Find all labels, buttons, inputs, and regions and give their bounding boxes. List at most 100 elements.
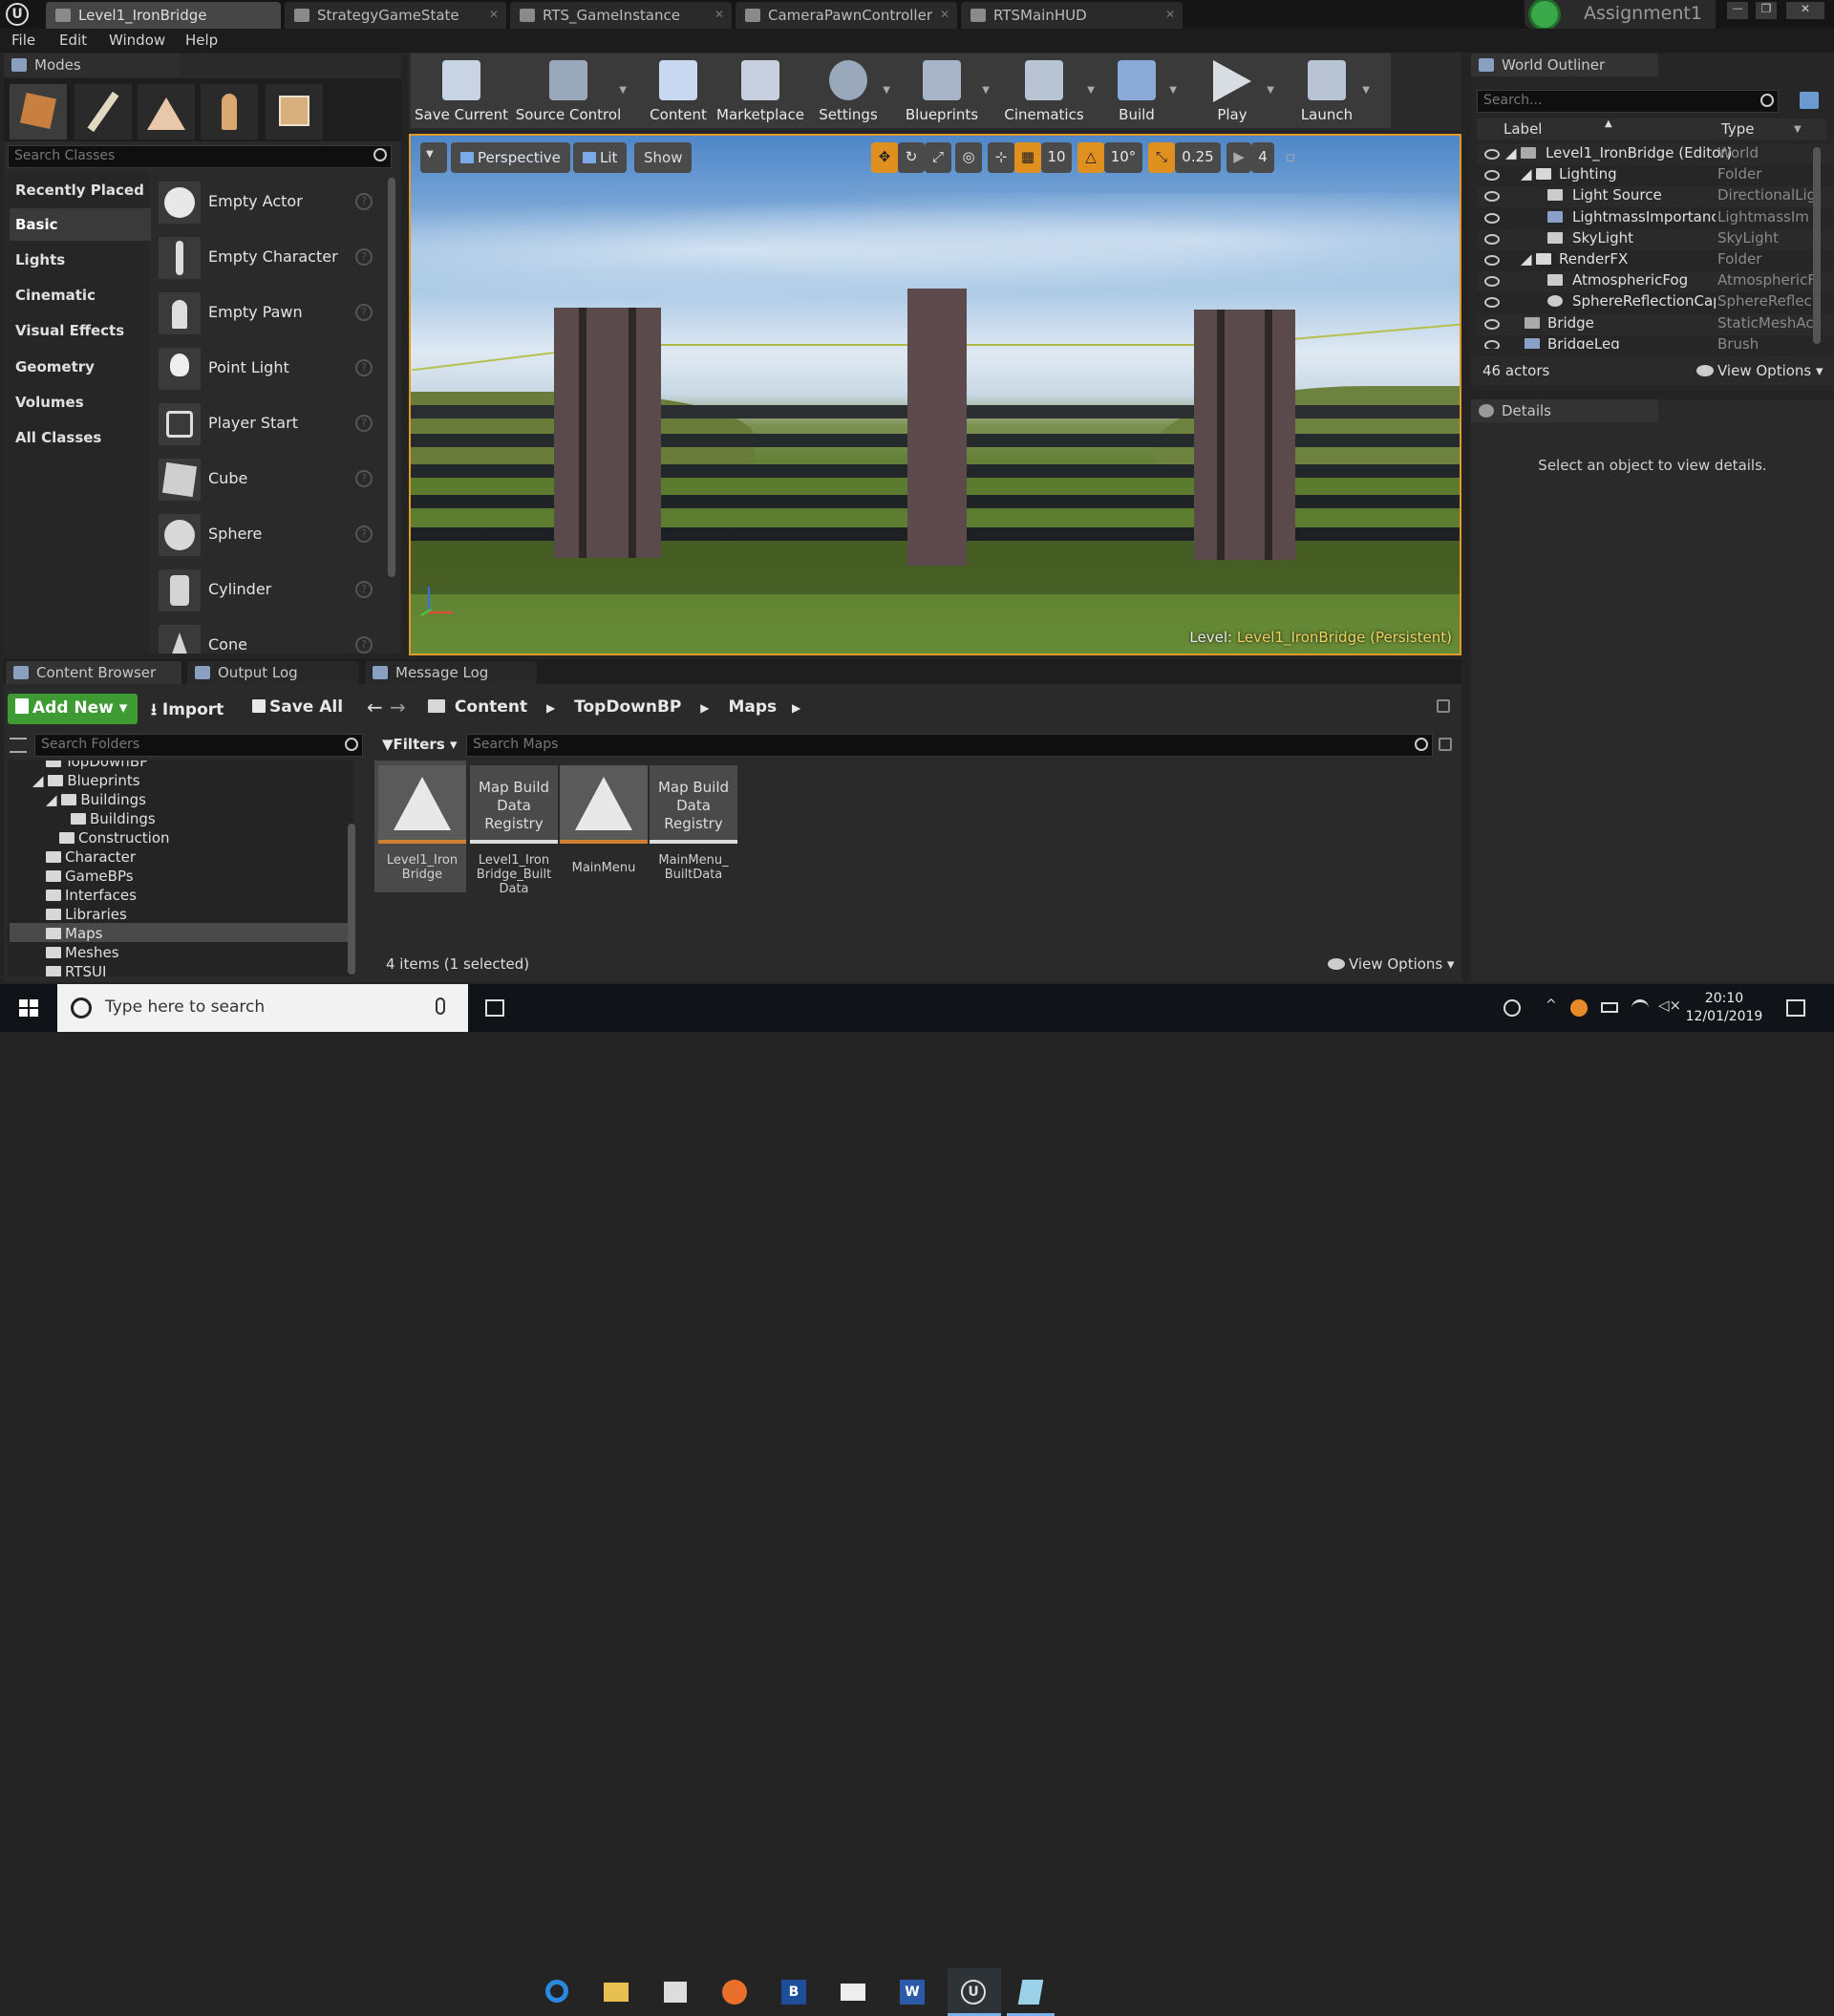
visibility-icon[interactable] (1484, 234, 1500, 245)
content-button[interactable]: Content (640, 53, 716, 127)
visibility-icon[interactable] (1484, 213, 1500, 224)
help-icon[interactable]: ? (355, 581, 373, 598)
tab-camerapawncontroller[interactable]: CameraPawnController ✕ (736, 2, 957, 29)
class-item-cone[interactable]: Cone? (153, 619, 392, 654)
folder-item-blueprints[interactable]: ◢ Blueprints (32, 772, 140, 789)
paint-mode-icon[interactable] (75, 84, 132, 139)
build-button[interactable]: Build ▼ (1100, 53, 1177, 127)
folder-item-character[interactable]: Character (46, 848, 136, 866)
help-icon[interactable]: ? (355, 415, 373, 432)
start-button[interactable] (0, 984, 57, 1032)
geometry-mode-icon[interactable] (266, 84, 323, 139)
chevron-down-icon[interactable]: ▼ (619, 85, 627, 96)
grid-snap-value[interactable]: 10 (1041, 142, 1072, 173)
folder-item-construction[interactable]: Construction (59, 829, 170, 847)
search-folders-input[interactable]: Search Folders (34, 734, 363, 757)
landscape-mode-icon[interactable] (138, 84, 195, 139)
category-recently-placed[interactable]: Recently Placed (10, 174, 151, 206)
breadcrumb-content[interactable]: Content (455, 697, 527, 717)
unreal-engine-icon[interactable]: U (948, 1968, 1001, 2016)
outliner-row[interactable]: Bridge StaticMeshAc (1477, 314, 1834, 335)
help-icon[interactable]: ? (355, 359, 373, 376)
class-item-cylinder[interactable]: Cylinder? (153, 564, 392, 617)
menu-edit[interactable]: Edit (59, 32, 87, 49)
class-item-player-start[interactable]: Player Start? (153, 397, 392, 451)
outliner-row[interactable]: LightmassImportance LightmassIm (1477, 208, 1834, 229)
world-space-icon[interactable]: ◎ (955, 142, 982, 173)
folder-item-gamebps[interactable]: GameBPs (46, 868, 134, 885)
perspective-button[interactable]: Perspective (451, 142, 570, 173)
close-icon[interactable]: ✕ (940, 8, 949, 21)
visibility-icon[interactable] (1484, 276, 1500, 287)
content-view-options[interactable]: View Options ▾ (1328, 955, 1455, 973)
wifi-icon[interactable] (1631, 999, 1649, 1017)
source-control-button[interactable]: Source Control ▼ (514, 53, 627, 127)
antivirus-tray-icon[interactable] (1570, 999, 1588, 1017)
folder-tree-toggle-icon[interactable] (10, 738, 27, 753)
folder-item-rtsui[interactable]: RTSUI (46, 963, 106, 976)
category-geometry[interactable]: Geometry (10, 351, 151, 383)
file-explorer-icon[interactable] (592, 1968, 640, 2016)
outliner-view-options[interactable]: View Options ▾ (1696, 362, 1823, 379)
import-button[interactable]: ⭳ Import (151, 697, 224, 725)
viewport-options-button[interactable]: ▼ (420, 142, 447, 173)
chevron-down-icon[interactable]: ▼ (1794, 124, 1802, 135)
folder-item-topdownbp[interactable]: TopDownBP (46, 761, 148, 770)
show-hidden-icons[interactable]: ^ (1546, 997, 1557, 1013)
task-view-icon[interactable] (485, 999, 504, 1017)
close-icon[interactable]: ✕ (489, 8, 499, 21)
outliner-scrollbar[interactable] (1813, 147, 1821, 344)
tab-strategygamestate[interactable]: StrategyGameState ✕ (285, 2, 506, 29)
rotation-snap-value[interactable]: 10° (1104, 142, 1142, 173)
tab-rtsmainhud[interactable]: RTSMainHUD ✕ (961, 2, 1183, 29)
camera-speed-icon[interactable]: ▶ (1226, 142, 1251, 173)
filters-button[interactable]: ▼Filters ▾ (382, 736, 458, 753)
class-item-empty-character[interactable]: Empty Character? (153, 231, 392, 285)
clock[interactable]: 20:10 12/01/2019 (1681, 990, 1767, 1026)
add-new-button[interactable]: Add New ▾ (8, 694, 138, 724)
taskbar-search-input[interactable]: Type here to search (57, 984, 468, 1032)
help-icon[interactable]: ? (355, 525, 373, 543)
volume-muted-icon[interactable]: ◁× (1658, 997, 1681, 1014)
outliner-row[interactable]: SkyLight SkyLight (1477, 229, 1834, 250)
tab-rts-gameinstance[interactable]: RTS_GameInstance ✕ (510, 2, 732, 29)
help-icon[interactable]: ? (355, 470, 373, 487)
category-lights[interactable]: Lights (10, 244, 151, 276)
camera-speed-value[interactable]: 4 (1251, 142, 1274, 173)
visibility-icon[interactable] (1484, 340, 1500, 349)
rotate-tool-icon[interactable]: ↻ (898, 142, 925, 173)
menu-file[interactable]: File (11, 32, 35, 49)
outliner-row[interactable]: ◢ RenderFX Folder (1477, 250, 1834, 271)
firefox-icon[interactable] (711, 1968, 758, 2016)
rotation-snap-icon[interactable]: △ (1077, 142, 1104, 173)
viewport[interactable]: ▼ Perspective Lit Show ✥ ↻ ⤢ ◎ ⊹ ▦ 10 △ … (409, 134, 1461, 655)
notification-icon[interactable] (1786, 999, 1805, 1017)
close-icon[interactable]: ✕ (1165, 8, 1175, 21)
play-button[interactable]: Play ▼ (1194, 53, 1274, 127)
close-button[interactable]: ✕ (1786, 2, 1824, 19)
back-arrow-icon[interactable]: ← (367, 696, 383, 718)
category-basic[interactable]: Basic (10, 208, 151, 241)
store-icon[interactable] (651, 1968, 699, 2016)
chevron-down-icon[interactable]: ▼ (1362, 85, 1370, 96)
search-maps-input[interactable]: Search Maps (466, 734, 1433, 757)
column-type[interactable]: Type (1721, 120, 1754, 138)
outliner-row[interactable]: ◢ Level1_IronBridge (Editor) World (1477, 144, 1834, 165)
category-cinematic[interactable]: Cinematic (10, 279, 151, 311)
tab-content-browser[interactable]: Content Browser (6, 661, 181, 684)
edge-icon[interactable] (533, 1968, 581, 2016)
world-outliner-header[interactable]: World Outliner (1471, 54, 1658, 76)
category-all-classes[interactable]: All Classes (10, 421, 151, 454)
class-item-empty-actor[interactable]: Empty Actor? (153, 176, 392, 229)
visibility-icon[interactable] (1484, 255, 1500, 266)
modes-header[interactable]: Modes (4, 54, 180, 76)
cinematics-button[interactable]: Cinematics ▼ (997, 53, 1095, 127)
folder-item-meshes[interactable]: Meshes (46, 944, 119, 961)
class-item-empty-pawn[interactable]: Empty Pawn? (153, 287, 392, 340)
foliage-mode-icon[interactable] (201, 84, 258, 139)
outliner-row[interactable]: Light Source DirectionalLig (1477, 186, 1834, 207)
help-icon[interactable]: ? (355, 636, 373, 654)
search-classes-input[interactable]: Search Classes (8, 145, 392, 168)
outliner-row[interactable]: ◢ Lighting Folder (1477, 165, 1834, 186)
surface-snap-icon[interactable]: ⊹ (988, 142, 1014, 173)
